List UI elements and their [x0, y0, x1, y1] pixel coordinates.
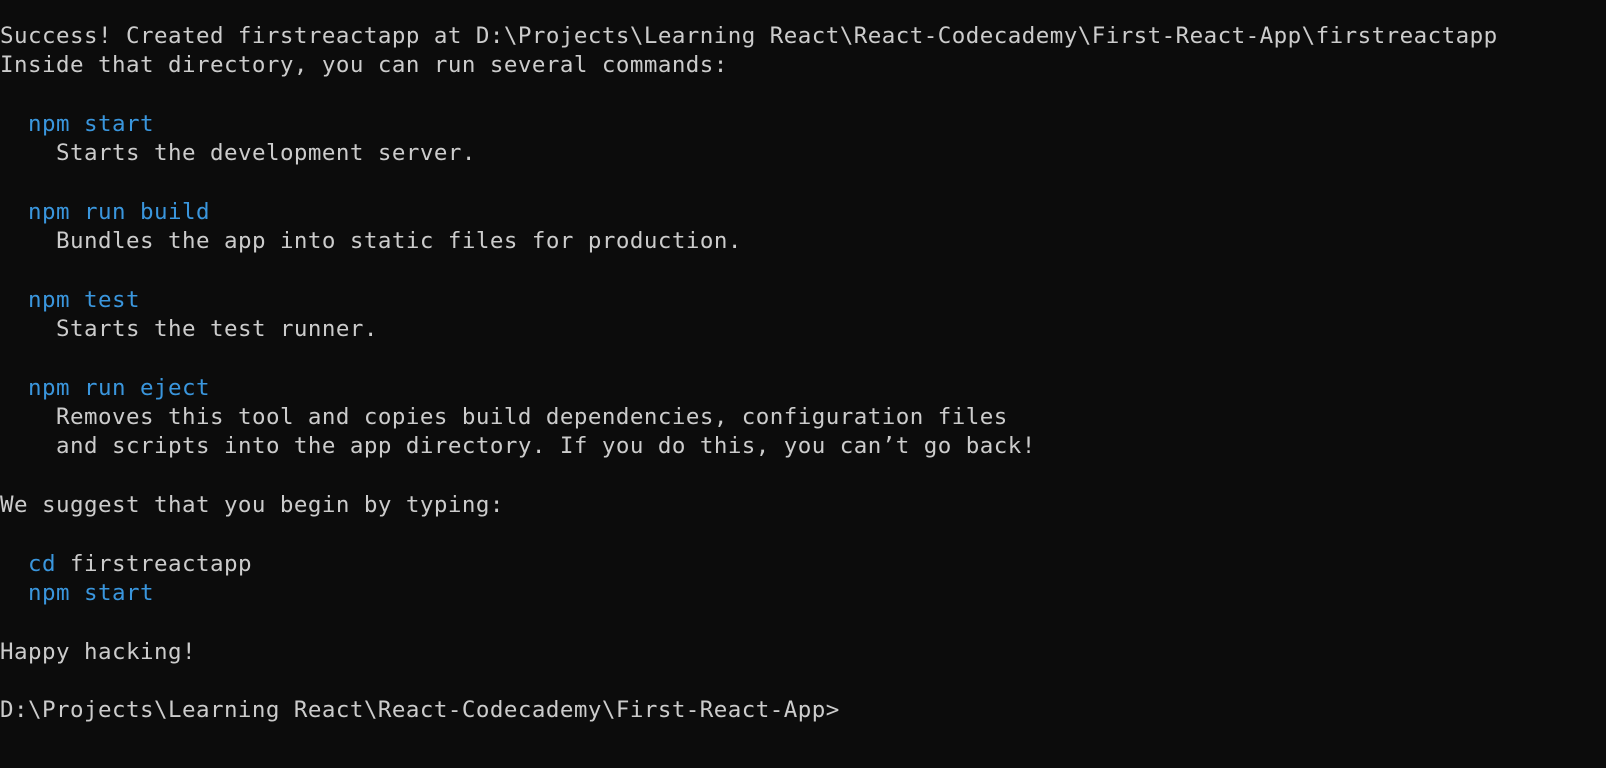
command-npm-start: npm start	[28, 111, 154, 137]
terminal-window[interactable]: Success! Created firstreactapp at D:\Pro…	[0, 0, 1606, 768]
success-message: Success! Created firstreactapp at D:\Pro…	[0, 23, 1498, 49]
cd-argument: firstreactapp	[56, 551, 252, 577]
suggested-cd-command: cd firstreactapp	[0, 549, 252, 579]
commands-intro: Inside that directory, you can run sever…	[0, 52, 728, 78]
suggestion-intro: We suggest that you begin by typing:	[0, 492, 504, 518]
suggested-start-command: npm start	[28, 580, 154, 606]
command-description: Starts the test runner.	[56, 316, 378, 342]
command-npm-run-build: npm run build	[28, 199, 210, 225]
command-description: and scripts into the app directory. If y…	[56, 433, 1036, 459]
command-description: Removes this tool and copies build depen…	[56, 404, 1008, 430]
cd-keyword: cd	[28, 551, 56, 577]
command-npm-test: npm test	[28, 287, 140, 313]
command-npm-run-eject: npm run eject	[28, 375, 210, 401]
happy-hacking-message: Happy hacking!	[0, 639, 196, 665]
command-description: Starts the development server.	[56, 140, 476, 166]
command-description: Bundles the app into static files for pr…	[56, 228, 742, 254]
command-prompt[interactable]: D:\Projects\Learning React\React-Codecad…	[0, 695, 840, 725]
